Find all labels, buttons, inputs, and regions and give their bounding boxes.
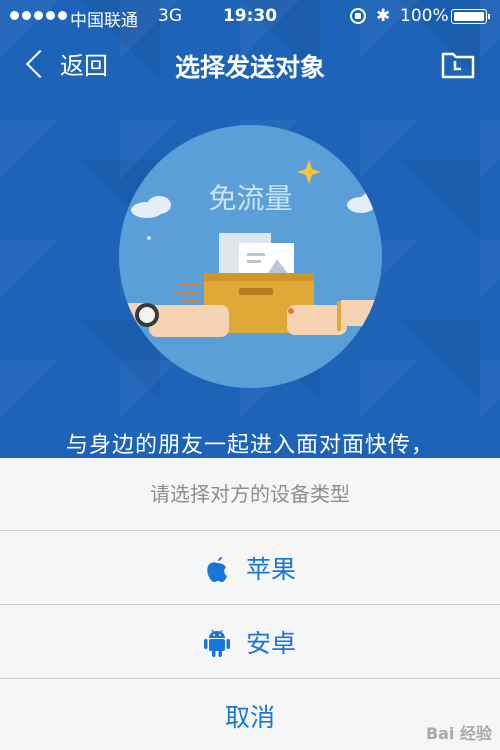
history-button[interactable] [440, 46, 476, 82]
illustration-caption: 免流量 [208, 182, 293, 215]
navigation-bar: 返回 选择发送对象 [0, 34, 500, 100]
tagline-text: 与身边的朋友一起进入面对面快传， [65, 433, 434, 458]
screen: 中国联通 3G 19:30 ✱ 100% 返回 选择发送对象 免流量 与身边的朋… [0, 0, 500, 750]
option-apple-label: 苹果 [245, 554, 296, 584]
watermark: Bai 经验 [425, 724, 492, 743]
bluetooth-icon: ✱ [376, 6, 391, 26]
rotation-lock-icon [350, 8, 366, 24]
battery-icon [451, 9, 490, 24]
action-sheet: 请选择对方的设备类型 苹果 安卓 取消 Bai 经验 [0, 458, 500, 750]
folder-clock-icon [441, 52, 475, 79]
option-android-button[interactable]: 安卓 [0, 605, 500, 679]
battery-percent: 100% [400, 6, 449, 26]
apple-icon [207, 556, 227, 582]
file-transfer-illustration [119, 160, 382, 337]
illustration-circle: 免流量 [119, 125, 382, 388]
status-bar: 中国联通 3G 19:30 ✱ 100% [0, 0, 500, 34]
cancel-label: 取消 [224, 702, 275, 732]
page-title: 选择发送对象 [174, 53, 325, 82]
action-sheet-title: 请选择对方的设备类型 [0, 458, 500, 531]
option-apple-button[interactable]: 苹果 [0, 531, 500, 605]
android-icon [203, 629, 230, 657]
option-android-label: 安卓 [245, 628, 296, 658]
